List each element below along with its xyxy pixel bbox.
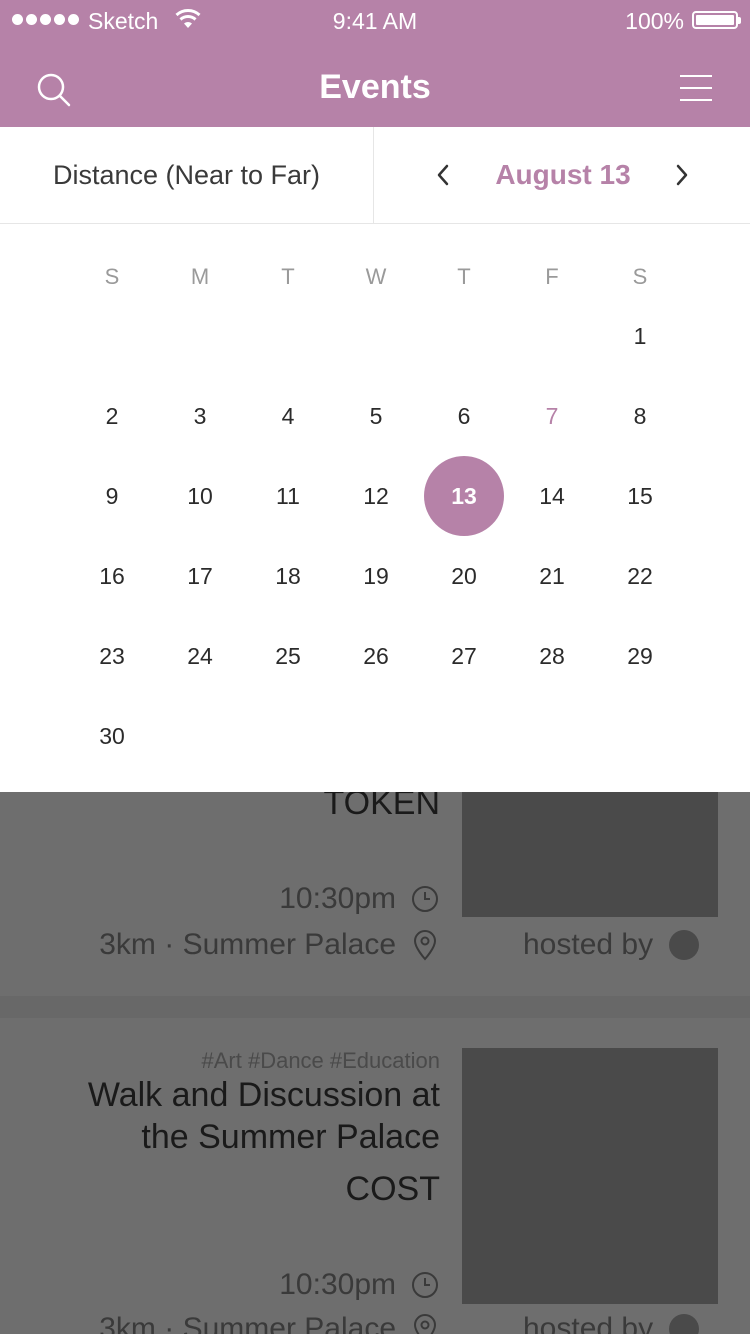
calendar-day[interactable]: 23 bbox=[72, 616, 152, 696]
event-title-line-2: the Summer Palace bbox=[141, 1118, 440, 1156]
calendar-day[interactable]: 26 bbox=[336, 616, 416, 696]
chevron-left-icon bbox=[437, 164, 449, 186]
event-location: 3km · Summer Palace bbox=[99, 1312, 440, 1334]
calendar-day[interactable]: 19 bbox=[336, 536, 416, 616]
event-title-line-1: Walk and Discussion at bbox=[87, 1076, 440, 1114]
calendar-day[interactable]: 1 bbox=[600, 296, 680, 376]
event-cost: COST bbox=[345, 1170, 440, 1208]
calendar-day[interactable]: 9 bbox=[72, 456, 152, 536]
weekday-label: S bbox=[104, 264, 120, 289]
event-location: 3km · Summer Palace bbox=[99, 928, 440, 962]
calendar-day[interactable]: 13 bbox=[424, 456, 504, 536]
event-time: 10:30pm bbox=[279, 882, 440, 916]
weekday-label: S bbox=[632, 264, 648, 289]
filter-bar: Distance (Near to Far) August 13 bbox=[0, 127, 750, 224]
calendar-day[interactable]: 4 bbox=[248, 376, 328, 456]
calendar-day[interactable]: 22 bbox=[600, 536, 680, 616]
battery-icon bbox=[692, 11, 741, 29]
status-bar: Sketch 9:41 AM 100% bbox=[0, 0, 750, 40]
calendar-day[interactable]: 17 bbox=[160, 536, 240, 616]
calendar-day[interactable]: 30 bbox=[72, 696, 152, 776]
calendar-day[interactable]: 11 bbox=[248, 456, 328, 536]
menu-button[interactable] bbox=[670, 68, 720, 114]
calendar-day[interactable]: 16 bbox=[72, 536, 152, 616]
event-card[interactable]: #Art #Dance #Education Walk and Discussi… bbox=[0, 1018, 750, 1334]
event-time: 10:30pm bbox=[279, 1268, 440, 1302]
event-host: hosted by bbox=[523, 928, 700, 962]
calendar-day[interactable]: 24 bbox=[160, 616, 240, 696]
location-pin-icon bbox=[413, 930, 437, 961]
host-avatar bbox=[669, 930, 700, 960]
calendar-day[interactable]: 6 bbox=[424, 376, 504, 456]
location-pin-icon bbox=[413, 1314, 437, 1334]
calendar-day[interactable]: 27 bbox=[424, 616, 504, 696]
calendar-day[interactable]: 8 bbox=[600, 376, 680, 456]
event-location-text: 3km · Summer Palace bbox=[99, 1312, 396, 1334]
calendar-day[interactable]: 21 bbox=[512, 536, 592, 616]
event-time-text: 10:30pm bbox=[279, 882, 396, 915]
calendar-day[interactable]: 5 bbox=[336, 376, 416, 456]
event-title: TOKEN bbox=[323, 792, 440, 822]
clock-icon bbox=[412, 1272, 438, 1298]
event-time-text: 10:30pm bbox=[279, 1268, 396, 1301]
previous-day-button[interactable] bbox=[426, 157, 460, 193]
app-header: Sketch 9:41 AM 100% Events bbox=[0, 0, 750, 127]
chevron-right-icon bbox=[676, 164, 688, 186]
calendar-day[interactable]: 3 bbox=[160, 376, 240, 456]
calendar-day[interactable]: 28 bbox=[512, 616, 592, 696]
battery-percentage: 100% bbox=[625, 8, 684, 34]
calendar-day[interactable]: 15 bbox=[600, 456, 680, 536]
event-host-label: hosted by bbox=[523, 1312, 654, 1334]
calendar-day[interactable]: 20 bbox=[424, 536, 504, 616]
event-image bbox=[462, 792, 718, 917]
calendar-day[interactable]: 10 bbox=[160, 456, 240, 536]
selected-date[interactable]: August 13 bbox=[468, 127, 658, 223]
calendar-day[interactable]: 2 bbox=[72, 376, 152, 456]
weekday-label: F bbox=[545, 264, 559, 289]
clock-icon bbox=[412, 886, 438, 912]
host-avatar bbox=[669, 1314, 700, 1334]
weekday-label: M bbox=[190, 264, 210, 289]
event-host-label: hosted by bbox=[523, 928, 654, 961]
weekday-label: T bbox=[457, 264, 471, 289]
calendar-day[interactable]: 18 bbox=[248, 536, 328, 616]
next-day-button[interactable] bbox=[665, 157, 699, 193]
page-title: Events bbox=[319, 68, 431, 106]
weekday-label: T bbox=[281, 264, 295, 289]
event-tags: #Art #Dance #Education bbox=[201, 1048, 441, 1073]
calendar-day[interactable]: 12 bbox=[336, 456, 416, 536]
event-card[interactable]: TOKEN 10:30pm 3km · Summer Palace hosted… bbox=[0, 792, 750, 996]
calendar-day[interactable]: 7 bbox=[512, 376, 592, 456]
event-image bbox=[462, 1048, 718, 1304]
event-location-text: 3km · Summer Palace bbox=[99, 928, 396, 961]
sort-dropdown[interactable]: Distance (Near to Far) bbox=[0, 127, 374, 223]
event-host: hosted by bbox=[523, 1312, 700, 1334]
calendar-day[interactable]: 25 bbox=[248, 616, 328, 696]
weekday-label: W bbox=[365, 264, 387, 289]
calendar-day[interactable]: 14 bbox=[512, 456, 592, 536]
calendar: S M T W T F S 1 2 3 4 5 6 7 8 9 10 11 12 13 14 15 16 17 18 19 20 21… bbox=[0, 224, 750, 792]
calendar-day[interactable]: 29 bbox=[600, 616, 680, 696]
event-list: TOKEN 10:30pm 3km · Summer Palace hosted… bbox=[0, 792, 750, 1334]
